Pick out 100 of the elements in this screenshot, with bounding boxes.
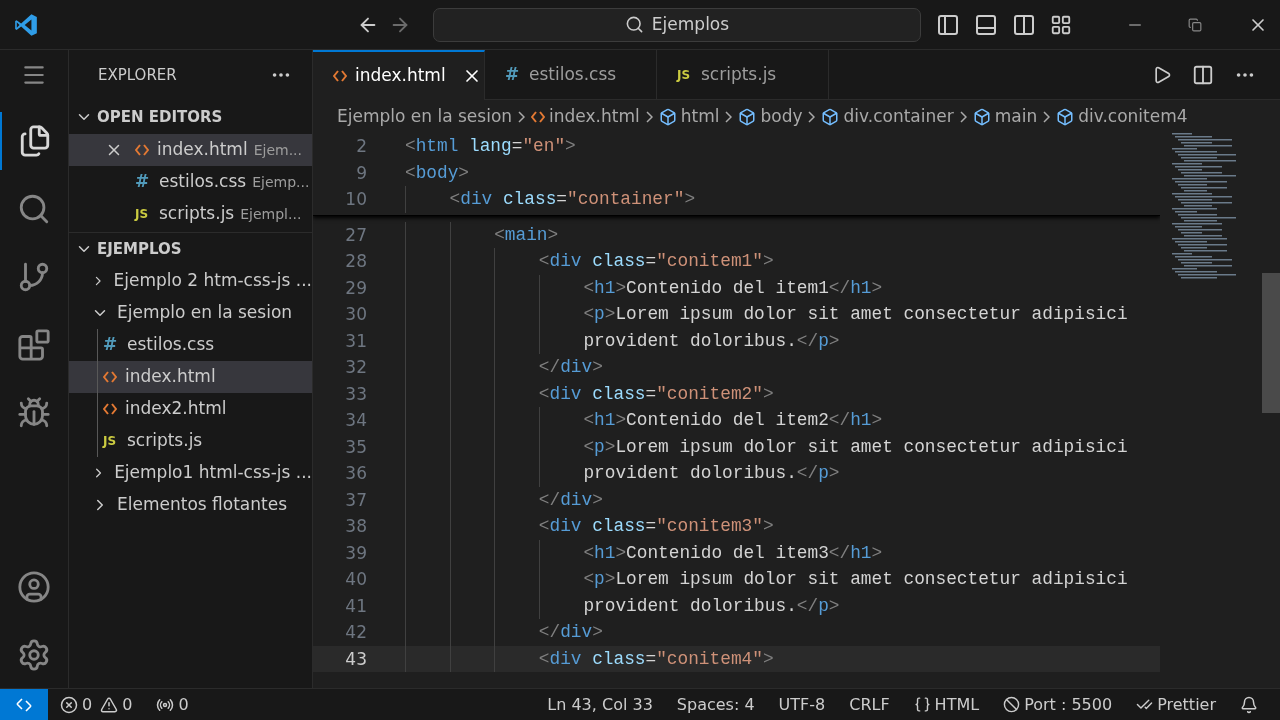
line-number: 27	[344, 223, 367, 246]
notifications-icon[interactable]	[1240, 695, 1258, 714]
breadcrumb-item[interactable]: div.container	[821, 103, 954, 130]
file-item[interactable]: # estilos.css	[69, 329, 312, 361]
line-number: 28	[344, 250, 367, 273]
breadcrumb-item[interactable]: body	[738, 103, 803, 130]
line-number: 41	[344, 594, 367, 617]
css-file-icon: #	[103, 332, 119, 358]
run-debug-icon[interactable]	[17, 396, 51, 430]
cursor-position[interactable]: Ln 43, Col 33	[547, 692, 653, 717]
line-number: 10	[344, 188, 367, 211]
breadcrumb-item[interactable]: div.conitem4	[1056, 103, 1188, 130]
ports-button[interactable]: 0	[156, 692, 189, 717]
section-header[interactable]: OPEN EDITORS	[69, 100, 312, 134]
element-icon	[1056, 107, 1075, 126]
line-number: 40	[344, 568, 367, 591]
line-number: 35	[344, 435, 367, 458]
code-line: <p>Lorem ipsum dolor sit amet consectetur adipisici	[583, 435, 1128, 458]
line-number: 29	[344, 276, 367, 299]
css-file-icon: #	[135, 169, 151, 195]
code-line: <div class="conitem4">	[538, 647, 774, 670]
folder-item[interactable]: Elementos flotantes	[69, 489, 312, 521]
split-editor-icon[interactable]	[1192, 63, 1214, 86]
breadcrumb-item[interactable]: html	[658, 103, 720, 130]
html-file-icon	[135, 144, 149, 156]
file-name: index.html	[157, 138, 248, 162]
folder-item[interactable]: Ejemplo en la sesion	[69, 297, 312, 329]
restore-icon[interactable]	[1188, 17, 1202, 32]
indentation-button[interactable]: Spaces: 4	[676, 692, 755, 717]
element-icon	[738, 107, 757, 126]
line-number: 38	[344, 515, 367, 538]
file-item[interactable]: JS scripts.js	[69, 425, 312, 457]
css-file-icon: #	[505, 61, 521, 88]
settings-icon[interactable]	[17, 638, 51, 672]
search-icon[interactable]	[17, 192, 51, 226]
code-line: <p>Lorem ipsum dolor sit amet consectetur adipisici	[583, 303, 1128, 326]
chevron-right-icon	[518, 110, 526, 123]
editor-tab[interactable]: # estilos.css	[485, 50, 657, 100]
html-file-icon	[333, 70, 347, 82]
section-header[interactable]: EJEMPLOS	[69, 233, 312, 265]
html-file-icon	[531, 110, 546, 123]
file-name: estilos.css	[159, 170, 247, 194]
chevron-right-icon	[645, 110, 653, 123]
toggle-sidebar-icon[interactable]	[936, 12, 960, 37]
html-file-icon	[103, 403, 117, 415]
encoding-button[interactable]: UTF-8	[778, 692, 826, 717]
chevron-right-icon	[725, 110, 733, 123]
file-name: scripts.js	[159, 202, 235, 226]
run-icon[interactable]	[1152, 64, 1172, 85]
account-icon[interactable]	[17, 570, 51, 604]
command-center-search[interactable]: Ejemplos	[433, 7, 921, 42]
problems-button[interactable]: 0 0	[60, 692, 133, 717]
chevron-right-icon	[808, 110, 816, 123]
breadcrumb-item[interactable]: index.html	[531, 103, 640, 130]
folder-item[interactable]: Ejemplo 2 htm-css-js ...	[69, 265, 312, 297]
line-number: 43	[344, 647, 367, 670]
code-line: </div>	[538, 356, 603, 379]
code-line: provident doloribus.</p>	[583, 594, 840, 617]
code-line: <h1>Contenido del item2</h1>	[583, 409, 883, 432]
code-line: provident doloribus.</p>	[583, 462, 840, 485]
source-control-icon[interactable]	[17, 260, 51, 294]
code-line: provident doloribus.</p>	[583, 329, 840, 352]
line-number: 30	[344, 303, 367, 326]
line-ending-button[interactable]: CRLF	[849, 692, 890, 717]
code-line: <html lang="en">	[405, 135, 576, 158]
language-button[interactable]: HTML	[913, 692, 980, 717]
open-editor-item[interactable]: JS scripts.js Ejempl...	[69, 198, 312, 230]
toggle-panel-icon[interactable]	[974, 12, 998, 37]
braces-icon	[913, 696, 931, 713]
line-number: 33	[344, 382, 367, 405]
line-number: 34	[344, 409, 367, 432]
line-number: 37	[344, 488, 367, 511]
file-item[interactable]: index2.html	[69, 393, 312, 425]
js-file-icon: JS	[677, 65, 693, 84]
scrollbar-thumb[interactable]	[1262, 273, 1280, 413]
breadcrumb-item[interactable]: Ejemplo en la sesion	[337, 103, 513, 130]
file-item[interactable]: index.html	[69, 361, 312, 393]
line-number: 42	[344, 621, 367, 644]
js-file-icon: JS	[103, 432, 119, 450]
explorer-title: EXPLORER	[98, 64, 177, 86]
breadcrumb-item[interactable]: main	[972, 103, 1038, 130]
extensions-icon[interactable]	[17, 328, 51, 362]
open-editor-item[interactable]: index.html Ejem...	[69, 134, 312, 166]
element-icon	[972, 107, 991, 126]
chevron-right-icon	[959, 110, 967, 123]
customize-layout-icon[interactable]	[1050, 13, 1072, 36]
live-server-button[interactable]: Port : 5500	[1003, 692, 1113, 717]
toggle-secondary-sidebar-icon[interactable]	[1012, 12, 1036, 37]
error-icon	[60, 695, 78, 714]
editor-tab[interactable]: JS scripts.js	[657, 50, 829, 100]
prettier-button[interactable]: Prettier	[1136, 692, 1216, 717]
line-number: 32	[344, 356, 367, 379]
folder-item[interactable]: Ejemplo1 html-css-js ...	[69, 457, 312, 489]
editor-tab[interactable]: index.html	[313, 50, 485, 100]
explorer-icon[interactable]	[18, 124, 52, 158]
warning-icon	[100, 695, 119, 714]
open-editor-item[interactable]: # estilos.css Ejemp...	[69, 166, 312, 198]
code-line: <div class="container">	[449, 188, 696, 211]
code-line: <div class="conitem1">	[538, 250, 774, 273]
code-line: </div>	[538, 488, 603, 511]
